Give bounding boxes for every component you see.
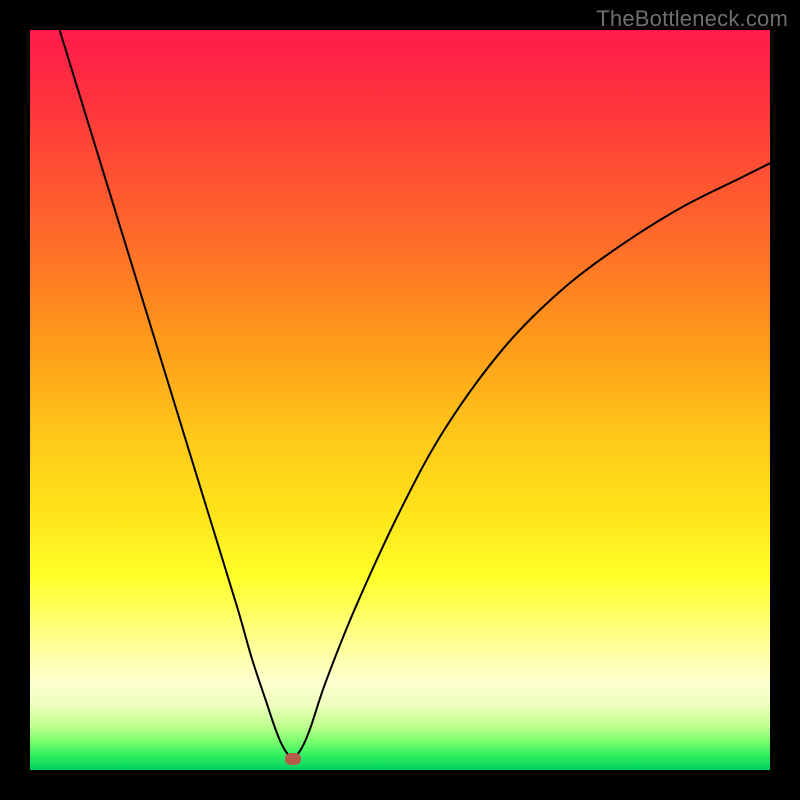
curve-svg (30, 30, 770, 770)
chart-frame: TheBottleneck.com (0, 0, 800, 800)
plot-area (30, 30, 770, 770)
watermark-text: TheBottleneck.com (596, 6, 788, 32)
curve-path (60, 30, 770, 757)
minimum-marker (285, 753, 301, 765)
